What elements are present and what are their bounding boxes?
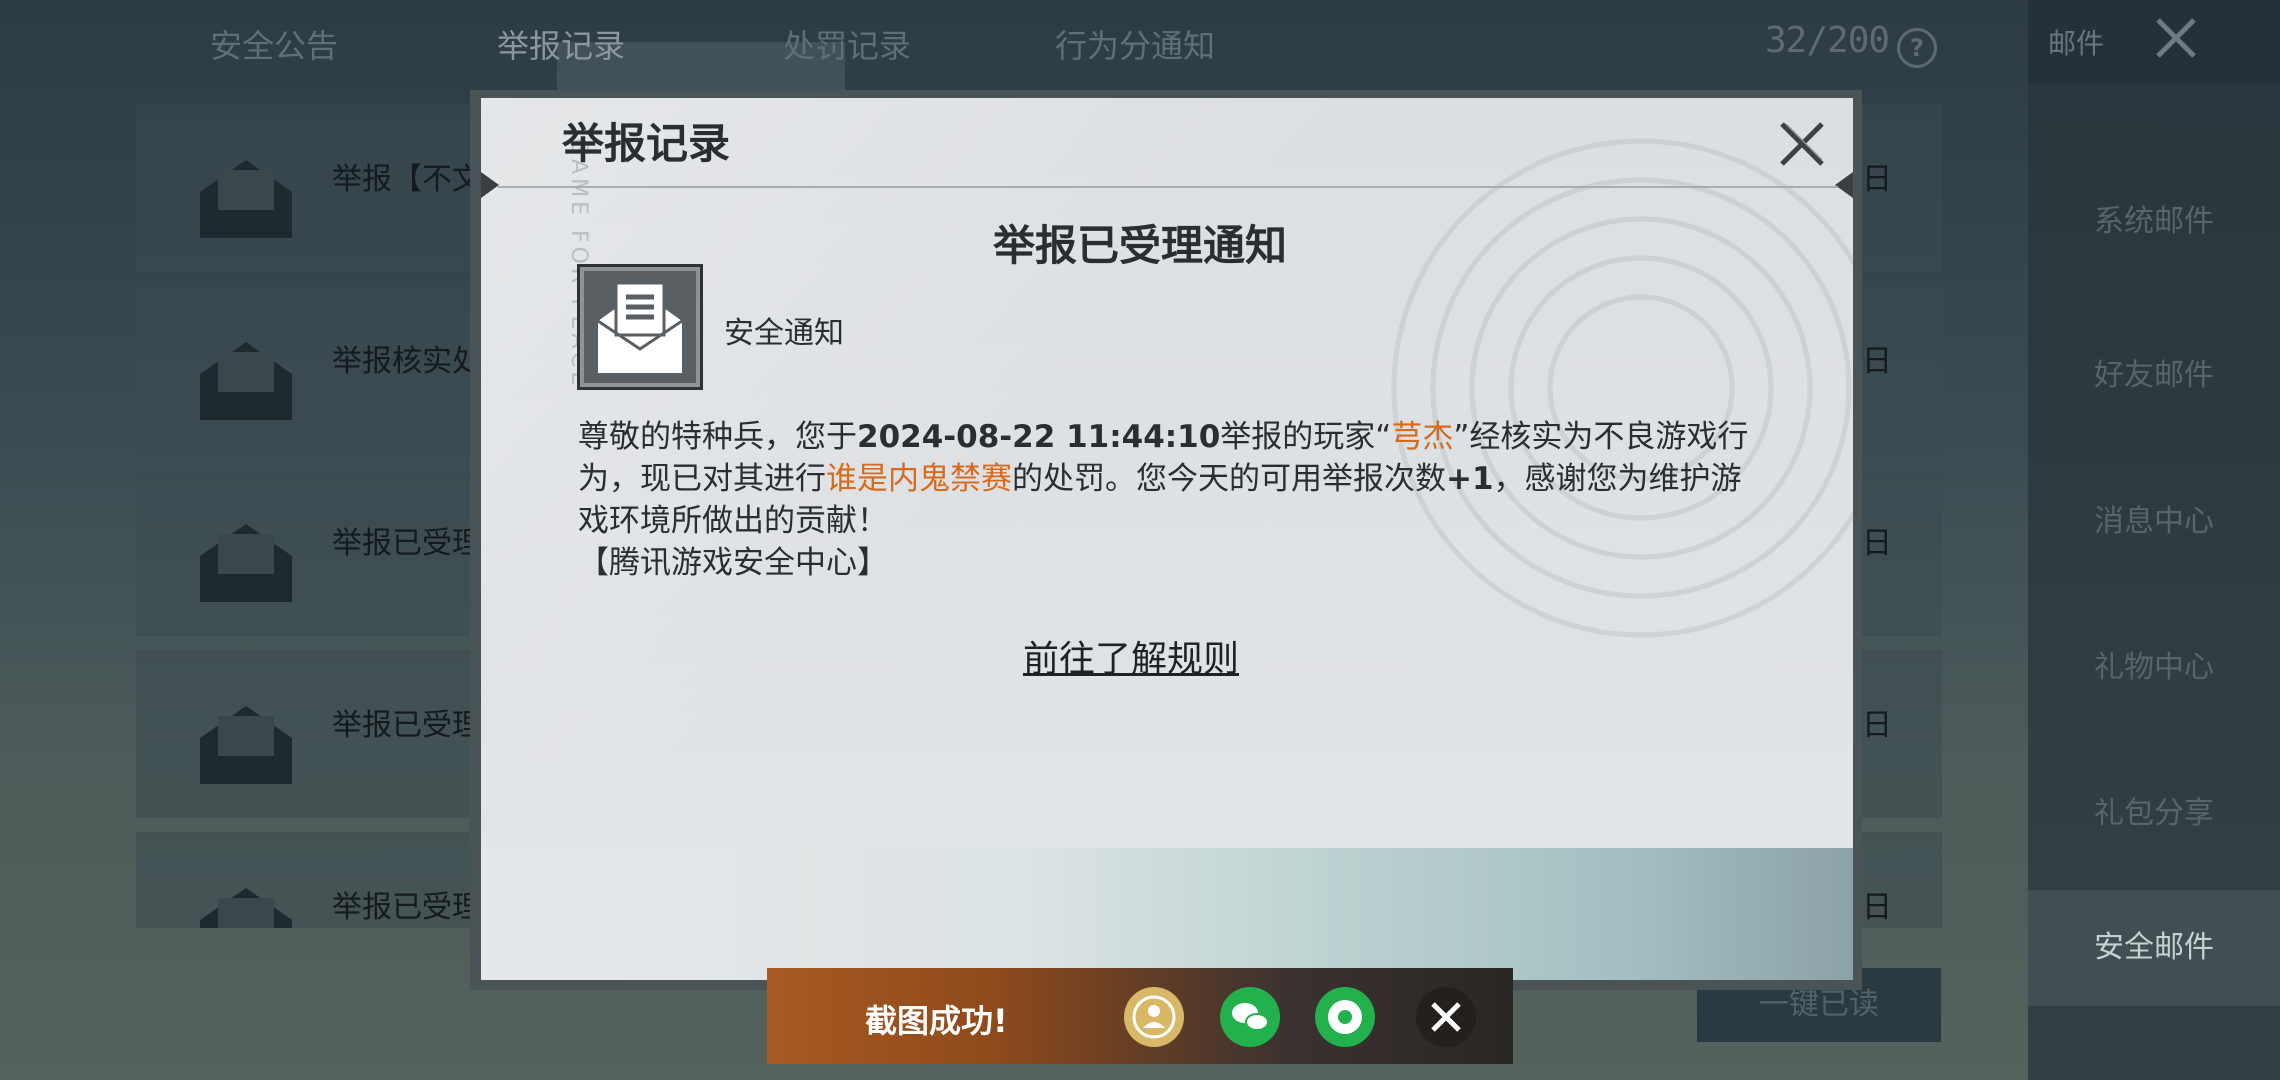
list-item-title: 举报已受理 xyxy=(332,526,482,561)
title-left-marker xyxy=(481,172,499,198)
list-item-title: 举报【不文 xyxy=(332,162,482,197)
report-counter: 32/200 xyxy=(1765,20,1890,61)
sidebar-item-gift-share[interactable]: 礼包分享 xyxy=(2028,788,2280,832)
sender-name: 安全通知 xyxy=(724,316,844,351)
close-icon[interactable] xyxy=(1415,986,1477,1048)
title-right-marker xyxy=(1835,172,1853,198)
security-notice-avatar xyxy=(577,264,703,390)
moments-icon[interactable] xyxy=(1314,986,1376,1048)
notice-title: 举报已受理通知 xyxy=(992,221,1287,270)
list-item-date: 日 xyxy=(1862,162,1892,197)
penalty-name: 谁是内鬼禁赛 xyxy=(826,461,1012,497)
envelope-icon xyxy=(200,706,292,784)
envelope-icon xyxy=(200,524,292,602)
help-icon[interactable]: ? xyxy=(1897,28,1937,68)
list-item-date: 日 xyxy=(1862,890,1892,925)
body-text-2: 举报的玩家“ xyxy=(1220,419,1392,455)
screenshot-success-bar: 截图成功! xyxy=(767,968,1513,1064)
body-text-4: 的处罚。您今天的可用举报次数 xyxy=(1012,461,1446,497)
sidebar-item-friend-mail[interactable]: 好友邮件 xyxy=(2028,350,2280,394)
body-text-1: 尊敬的特种兵，您于 xyxy=(578,419,857,455)
title-divider xyxy=(498,186,1838,188)
dialog-title: 举报记录 xyxy=(562,119,731,168)
sidebar-item-message-center[interactable]: 消息中心 xyxy=(2028,496,2280,540)
report-count-bonus: +1 xyxy=(1446,461,1494,497)
list-item-title: 举报已受理 xyxy=(332,890,482,925)
dialog-bottom-scenery xyxy=(481,848,1853,980)
mail-open-icon xyxy=(597,281,683,373)
envelope-icon xyxy=(200,888,292,928)
report-datetime: 2024-08-22 11:44:10 xyxy=(857,419,1221,455)
tab-report-records[interactable]: 举报记录 xyxy=(497,0,625,92)
envelope-icon xyxy=(200,342,292,420)
list-item-title: 举报已受理 xyxy=(332,708,482,743)
list-item-title: 举报核实处 xyxy=(332,344,482,379)
tab-behavior-notice[interactable]: 行为分通知 xyxy=(1055,0,1215,92)
list-item-date: 日 xyxy=(1862,526,1892,561)
list-item-date: 日 xyxy=(1862,708,1892,743)
close-icon[interactable] xyxy=(1776,118,1828,170)
mail-header-label: 邮件 xyxy=(2048,27,2105,60)
tab-penalty-records[interactable]: 处罚记录 xyxy=(783,0,911,92)
notice-body: 尊敬的特种兵，您于2024-08-22 11:44:10举报的玩家“芎杰”经核实… xyxy=(578,416,1758,584)
close-icon[interactable] xyxy=(2146,8,2206,68)
mail-header: 邮件 xyxy=(2028,0,2280,84)
notice-signature: 【腾讯游戏安全中心】 xyxy=(578,545,888,581)
top-tabs: 安全公告 举报记录 处罚记录 行为分通知 xyxy=(135,0,1975,92)
list-item-date: 日 xyxy=(1862,344,1892,379)
qq-icon[interactable] xyxy=(1123,986,1185,1048)
tab-security-announcement[interactable]: 安全公告 xyxy=(210,0,338,92)
sidebar-item-security-mail[interactable]: 安全邮件 xyxy=(2028,890,2280,1006)
screenshot-success-text: 截图成功! xyxy=(865,1002,1008,1040)
view-rules-link[interactable]: 前往了解规则 xyxy=(0,630,2262,682)
reported-player-name: 芎杰 xyxy=(1391,419,1454,455)
wechat-icon[interactable] xyxy=(1219,986,1281,1048)
